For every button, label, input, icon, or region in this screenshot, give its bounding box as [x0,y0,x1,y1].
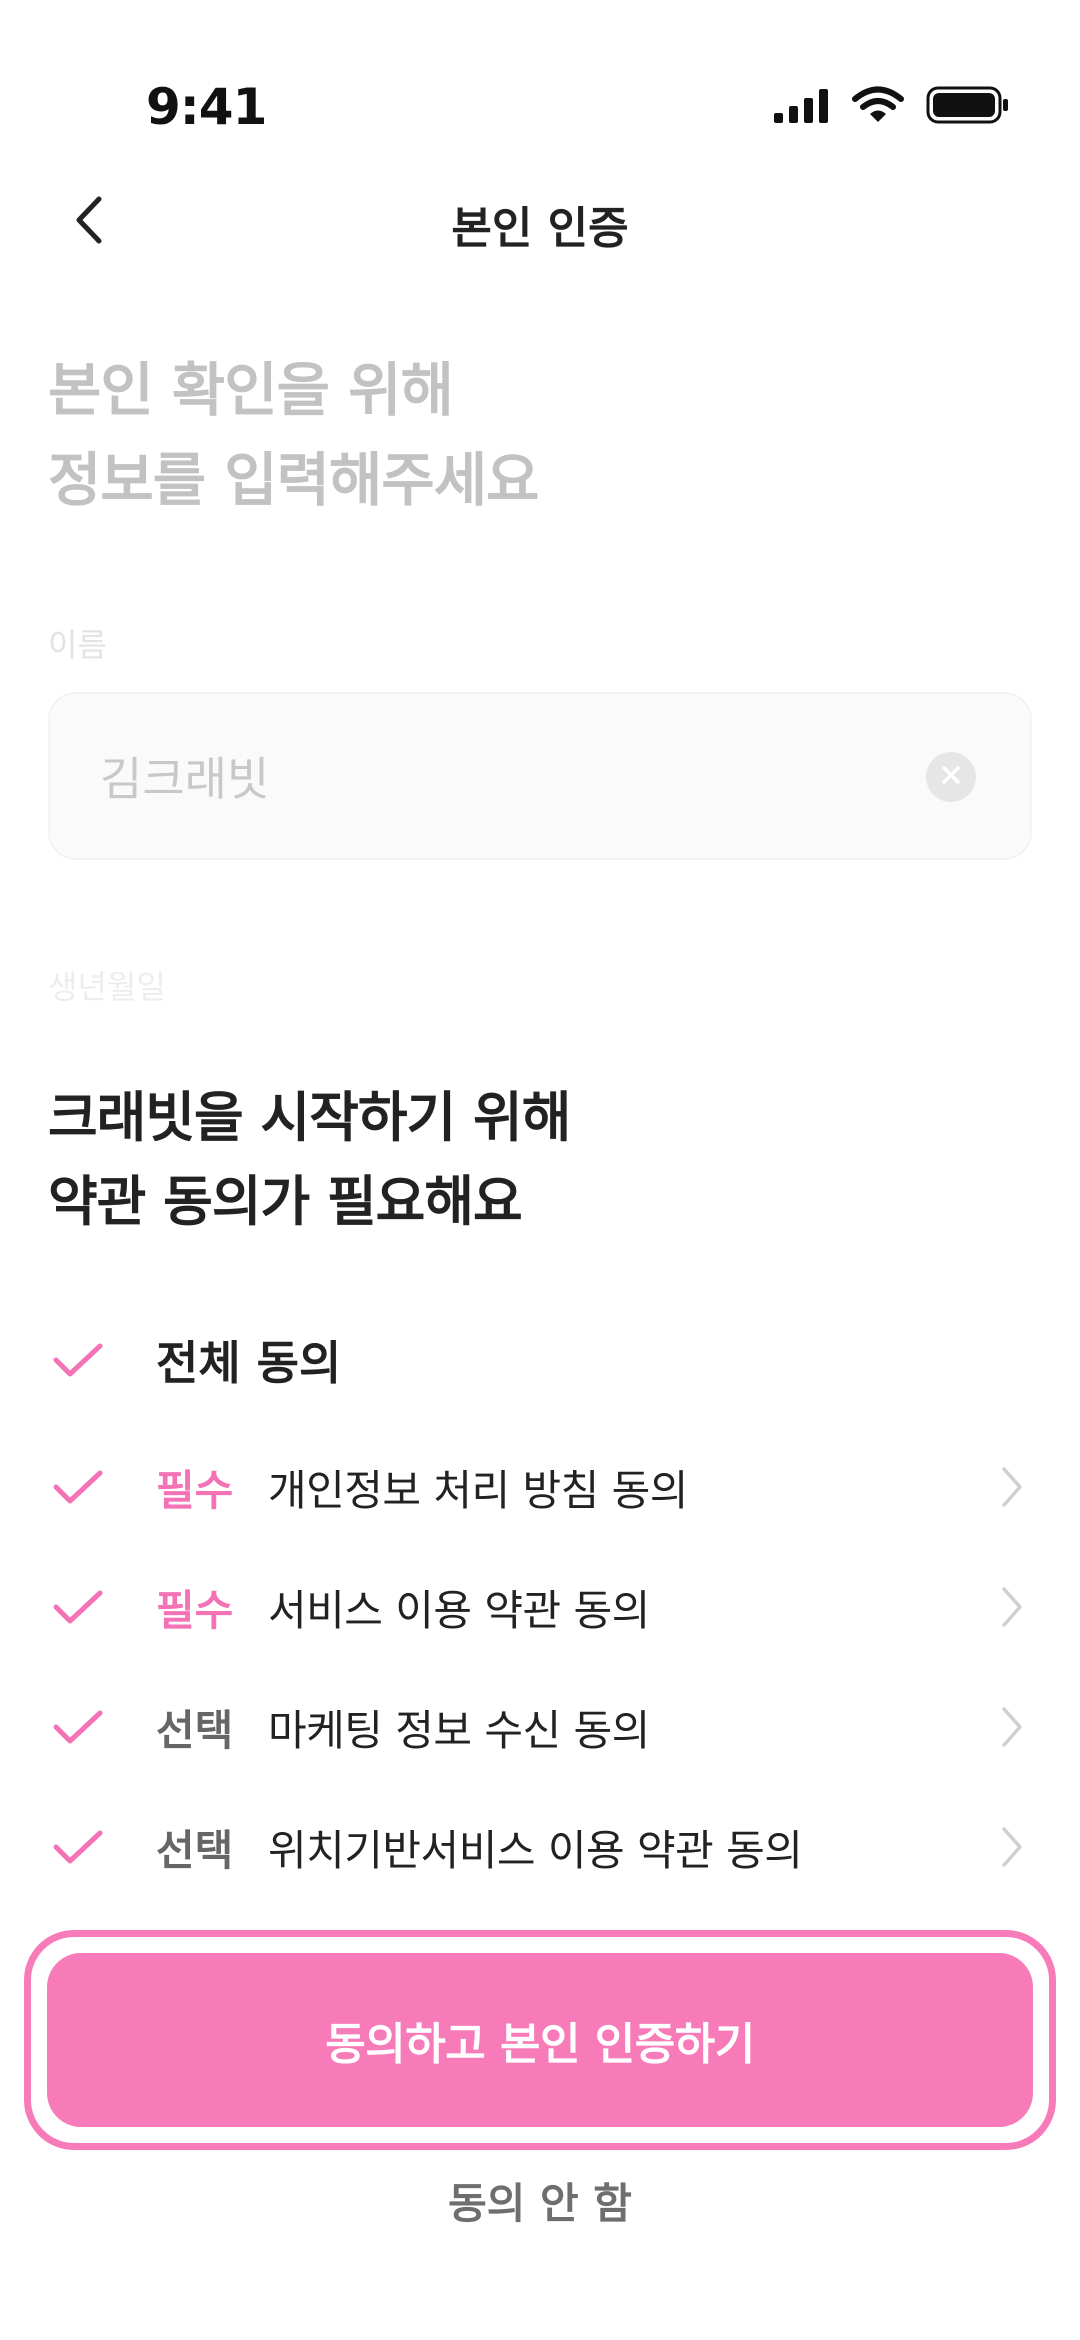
birth-label: 생년월일 [48,968,166,1006]
sheet-heading-line2: 약관 동의가 필요해요 [48,1170,523,1233]
agree-button-label: 동의하고 본인 인증하기 [325,2019,755,2070]
name-input[interactable] [100,694,900,858]
nav-bar: 본인 인증 [0,180,1080,264]
form-heading: 본인 확인을 위해 정보를 입력해주세요 [48,345,539,525]
term-row-marketing[interactable]: 선택 마케팅 정보 수신 동의 [48,1682,1032,1772]
required-tag: 필수 [156,1585,234,1635]
check-icon [48,1697,108,1757]
status-bar: 9:41 [0,0,1080,170]
clear-button[interactable] [926,752,976,802]
sheet-heading: 크래빗을 시작하기 위해 약관 동의가 필요해요 [48,1076,571,1244]
all-agree-label: 전체 동의 [156,1336,342,1390]
agree-button-fill[interactable]: 동의하고 본인 인증하기 [47,1953,1033,2127]
name-field[interactable] [48,692,1032,860]
decline-button[interactable]: 동의 안 함 [0,2170,1080,2231]
check-icon [48,1817,108,1877]
page-title: 본인 인증 [451,203,629,254]
status-icons [774,86,1010,128]
check-icon [48,1577,108,1637]
chevron-right-icon[interactable] [992,1582,1032,1632]
term-label: 마케팅 정보 수신 동의 [268,1705,650,1755]
form-heading-line2: 정보를 입력해주세요 [48,446,539,514]
optional-tag: 선택 [156,1705,234,1755]
chevron-right-icon[interactable] [992,1462,1032,1512]
term-row-location[interactable]: 선택 위치기반서비스 이용 약관 동의 [48,1802,1032,1892]
signal-icon [774,87,830,127]
battery-icon [926,86,1010,128]
check-icon [48,1330,108,1390]
term-label: 서비스 이용 약관 동의 [268,1585,650,1635]
form-heading-line1: 본인 확인을 위해 [48,356,454,424]
term-row-privacy[interactable]: 필수 개인정보 처리 방침 동의 [48,1442,1032,1532]
chevron-right-icon[interactable] [992,1702,1032,1752]
term-row-service[interactable]: 필수 서비스 이용 약관 동의 [48,1562,1032,1652]
close-icon [940,764,962,790]
chevron-right-icon[interactable] [992,1822,1032,1872]
agree-and-verify-button[interactable]: 동의하고 본인 인증하기 [24,1930,1056,2150]
name-label: 이름 [48,626,107,664]
all-agree-checkbox[interactable]: 전체 동의 [48,1320,341,1400]
status-time: 9:41 [146,78,267,136]
wifi-icon [852,86,904,128]
optional-tag: 선택 [156,1825,234,1875]
sheet-heading-line1: 크래빗을 시작하기 위해 [48,1086,571,1149]
term-label: 개인정보 처리 방침 동의 [268,1465,688,1515]
check-icon [48,1457,108,1517]
term-label: 위치기반서비스 이용 약관 동의 [268,1825,803,1875]
required-tag: 필수 [156,1465,234,1515]
